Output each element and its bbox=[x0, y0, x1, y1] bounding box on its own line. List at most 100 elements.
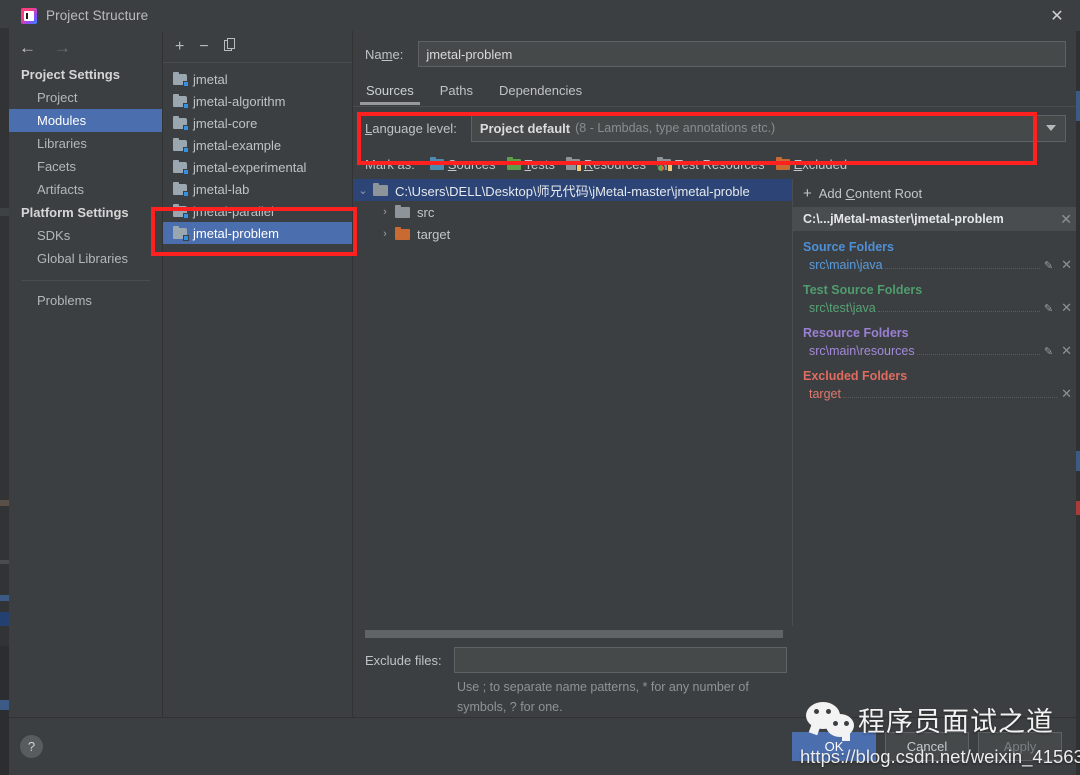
dialog-footer: ? OK Cancel Apply bbox=[9, 717, 1080, 775]
modules-list[interactable]: jmetal jmetal-algorithm jmetal-core jmet… bbox=[163, 63, 352, 717]
module-label: jmetal-problem bbox=[193, 225, 279, 241]
module-label: jmetal-lab bbox=[193, 181, 250, 197]
close-icon[interactable]: ✕ bbox=[1034, 0, 1080, 31]
chevron-down-icon bbox=[1046, 125, 1056, 131]
close-icon[interactable]: ✕ bbox=[1060, 211, 1072, 228]
mark-as-test-resources-button[interactable]: Test Resources bbox=[657, 156, 765, 172]
table-row[interactable]: ⌄ C:\Users\DELL\Desktop\师兄代码\jMetal-mast… bbox=[353, 179, 792, 201]
module-tabs: Sources Paths Dependencies bbox=[353, 77, 1080, 105]
mark-as-tests-button[interactable]: Tests bbox=[506, 156, 555, 172]
list-item[interactable]: src\test\java ✎ ✕ bbox=[793, 299, 1080, 317]
sidebar-item-problems[interactable]: Problems bbox=[9, 289, 162, 312]
resource-folders-group-title: Resource Folders bbox=[803, 326, 909, 340]
sidebar-item-project[interactable]: Project bbox=[9, 86, 162, 109]
content-root-tree[interactable]: ⌄ C:\Users\DELL\Desktop\师兄代码\jMetal-mast… bbox=[353, 179, 792, 626]
scrollbar-thumb[interactable] bbox=[365, 630, 783, 639]
list-item[interactable]: jmetal-experimental bbox=[163, 156, 352, 178]
ok-button[interactable]: OK bbox=[792, 732, 876, 761]
content-root-details-panel: + Add Content Root C:\...jMetal-master\j… bbox=[792, 179, 1080, 627]
mark-as-label: Mark as: bbox=[365, 156, 415, 172]
forward-arrow-icon[interactable]: → bbox=[54, 39, 71, 56]
exclude-files-label: Exclude files: bbox=[365, 652, 442, 668]
dialog-buttons: OK Cancel Apply bbox=[792, 732, 1062, 761]
tab-paths[interactable]: Paths bbox=[440, 83, 473, 102]
list-item[interactable]: jmetal-parallel bbox=[163, 200, 352, 222]
list-item[interactable]: jmetal-algorithm bbox=[163, 90, 352, 112]
language-level-label: Language level: bbox=[365, 120, 457, 136]
remove-icon[interactable]: ✕ bbox=[1061, 343, 1072, 359]
sidebar-item-modules[interactable]: Modules bbox=[9, 109, 162, 132]
apply-button[interactable]: Apply bbox=[978, 732, 1062, 761]
back-arrow-icon[interactable]: ← bbox=[19, 39, 36, 56]
language-level-select[interactable]: Project default (8 - Lambdas, type annot… bbox=[470, 114, 1066, 142]
list-item[interactable]: jmetal bbox=[163, 68, 352, 90]
dialog-window: Project Structure ✕ ← → Project Settings… bbox=[9, 0, 1080, 775]
language-level-hint: (8 - Lambdas, type annotations etc.) bbox=[575, 121, 776, 135]
module-label: jmetal-parallel bbox=[193, 203, 274, 219]
plus-icon: + bbox=[803, 184, 812, 202]
module-folder-icon bbox=[173, 71, 189, 87]
sidebar-item-sdks[interactable]: SDKs bbox=[9, 224, 162, 247]
pencil-icon[interactable]: ✎ bbox=[1044, 345, 1053, 358]
list-item[interactable]: jmetal-lab bbox=[163, 178, 352, 200]
pencil-icon[interactable]: ✎ bbox=[1044, 259, 1053, 272]
dotted-filler bbox=[916, 345, 1040, 355]
sidebar-item-global-libraries[interactable]: Global Libraries bbox=[9, 247, 162, 270]
horizontal-scrollbar[interactable] bbox=[365, 630, 1066, 639]
sidebar-item-facets[interactable]: Facets bbox=[9, 155, 162, 178]
modules-toolbar: + − bbox=[163, 31, 352, 63]
help-button[interactable]: ? bbox=[20, 735, 43, 758]
mark-as-excluded-button[interactable]: Excluded bbox=[775, 156, 847, 172]
list-item[interactable]: jmetal-example bbox=[163, 134, 352, 156]
table-row[interactable]: › src bbox=[353, 201, 792, 223]
test-source-folder-path: src\test\java bbox=[809, 301, 876, 315]
mark-as-sources-button[interactable]: Sources bbox=[429, 156, 496, 172]
tab-sources[interactable]: Sources bbox=[360, 83, 420, 105]
modules-column: + − jmetal jmetal-algorithm jmetal-core … bbox=[163, 31, 353, 717]
list-item-selected[interactable]: jmetal-problem bbox=[163, 222, 352, 244]
resource-folder-path: src\main\resources bbox=[809, 344, 915, 358]
module-folder-icon bbox=[173, 225, 189, 241]
copy-module-icon[interactable] bbox=[223, 37, 237, 56]
chevron-right-icon[interactable]: › bbox=[375, 206, 395, 218]
test-source-folders-group-title: Test Source Folders bbox=[803, 283, 923, 297]
pencil-icon[interactable]: ✎ bbox=[1044, 302, 1053, 315]
sidebar-item-libraries[interactable]: Libraries bbox=[9, 132, 162, 155]
module-name-input[interactable]: jmetal-problem bbox=[418, 41, 1066, 67]
excluded-folder-icon bbox=[775, 156, 791, 171]
module-name-row: Name: jmetal-problem bbox=[353, 31, 1080, 77]
remove-icon[interactable]: ✕ bbox=[1061, 386, 1072, 402]
chevron-right-icon[interactable]: › bbox=[375, 228, 395, 240]
horizontal-scrollbar-wrap bbox=[353, 626, 1080, 639]
source-folder-path: src\main\java bbox=[809, 258, 883, 272]
module-label: jmetal bbox=[193, 71, 228, 87]
list-item[interactable]: jmetal-core bbox=[163, 112, 352, 134]
add-module-icon[interactable]: + bbox=[175, 38, 184, 55]
content-roots-area: ⌄ C:\Users\DELL\Desktop\师兄代码\jMetal-mast… bbox=[353, 179, 1080, 627]
cancel-button[interactable]: Cancel bbox=[885, 732, 969, 761]
list-item[interactable]: target ✕ bbox=[793, 385, 1080, 403]
remove-icon[interactable]: ✕ bbox=[1061, 300, 1072, 316]
mark-as-label-text: Test Resources bbox=[675, 156, 765, 172]
chevron-down-icon[interactable]: ⌄ bbox=[353, 184, 373, 197]
add-content-root-label: Add Content Root bbox=[818, 185, 923, 201]
tab-dependencies[interactable]: Dependencies bbox=[499, 83, 582, 102]
add-content-root-button[interactable]: + Add Content Root bbox=[793, 179, 1080, 207]
remove-icon[interactable]: ✕ bbox=[1061, 257, 1072, 273]
module-label: jmetal-algorithm bbox=[193, 93, 286, 109]
mark-as-resources-button[interactable]: Resources bbox=[565, 156, 646, 172]
module-editor-pane: Name: jmetal-problem Sources Paths Depen… bbox=[353, 31, 1080, 717]
sidebar-divider bbox=[21, 280, 150, 281]
remove-module-icon[interactable]: − bbox=[199, 38, 208, 55]
table-row[interactable]: › target bbox=[353, 223, 792, 245]
exclude-files-input[interactable] bbox=[453, 647, 787, 674]
right-edge-scrollbar[interactable] bbox=[1076, 31, 1080, 775]
language-level-row: Language level: Project default (8 - Lam… bbox=[353, 107, 1080, 149]
sidebar-item-artifacts[interactable]: Artifacts bbox=[9, 178, 162, 201]
settings-sidebar: ← → Project Settings Project Modules Lib… bbox=[9, 31, 163, 717]
list-item[interactable]: src\main\resources ✎ ✕ bbox=[793, 342, 1080, 360]
tree-node-label: target bbox=[417, 226, 451, 242]
list-item[interactable]: src\main\java ✎ ✕ bbox=[793, 256, 1080, 274]
module-folder-icon bbox=[173, 115, 189, 131]
excluded-folders-group-title: Excluded Folders bbox=[803, 369, 908, 383]
